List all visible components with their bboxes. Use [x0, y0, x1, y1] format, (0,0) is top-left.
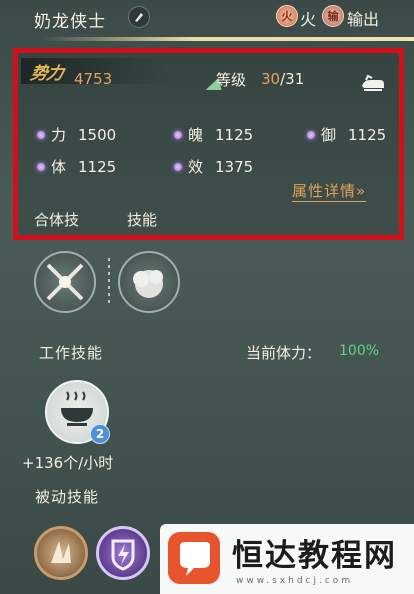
rename-button[interactable]: [128, 6, 150, 28]
stat-value: 1125: [348, 125, 387, 144]
stat-value: 1125: [215, 125, 254, 144]
watermark-title: 恒达教程网: [232, 538, 397, 574]
passive-skill-slot-2[interactable]: [96, 526, 150, 580]
header-divider: [40, 37, 414, 41]
combo-skill-slot[interactable]: [34, 251, 96, 313]
stat-value: 1375: [215, 157, 254, 176]
stat-label: 力: [51, 126, 67, 144]
character-name: 奶龙侠士: [34, 12, 106, 32]
power-value: 4753: [74, 70, 113, 88]
lightning-shield-icon: [111, 539, 135, 571]
character-header: 奶龙侠士 火 火 输 输出: [0, 0, 414, 40]
stat-label: 魄: [188, 126, 204, 144]
stat-value: 1125: [78, 157, 117, 176]
skill-separator: [108, 258, 110, 306]
skill-slot[interactable]: [118, 251, 180, 313]
stat-label: 体: [51, 158, 67, 176]
level-value: 30/31: [261, 70, 304, 88]
level-label: 等级: [216, 71, 247, 89]
dps-role-icon: 输: [322, 5, 344, 27]
passive-skill-slot-1[interactable]: [34, 526, 88, 580]
passive-skills-title: 被动技能: [35, 488, 100, 506]
attribute-details-link[interactable]: 属性详情»: [292, 180, 367, 202]
stamina-value: 100%: [339, 343, 380, 359]
work-skills-title: 工作技能: [39, 344, 104, 362]
purple-gem-icon: [37, 162, 45, 171]
stat-vitality: 体 1125: [37, 156, 116, 177]
stat-label: 御: [321, 126, 337, 144]
stat-spirit: 魄 1125: [174, 124, 253, 145]
purple-gem-icon: [37, 130, 45, 139]
site-watermark: 恒达教程网 www.sxhdcj.com: [160, 524, 414, 594]
purple-gem-icon: [307, 130, 315, 139]
power-label: 势力: [28, 64, 65, 84]
teapot-icon: [362, 74, 384, 91]
level-max: /31: [280, 70, 305, 88]
cloud-swirl-icon: [133, 270, 163, 298]
crossed-swords-icon: [46, 263, 84, 301]
claw-icon: [51, 541, 71, 563]
speech-bubble-icon: [180, 542, 210, 576]
stat-label: 效: [188, 158, 204, 176]
site-logo: [168, 532, 220, 584]
tab-combo-skill[interactable]: 合体技: [34, 209, 79, 230]
stamina-label: 当前体力：: [246, 344, 322, 362]
role-label: 输出: [347, 10, 380, 29]
stat-value: 1500: [78, 125, 117, 144]
stat-efficiency: 效 1375: [174, 156, 253, 177]
tab-skill[interactable]: 技能: [127, 209, 157, 230]
stat-defense: 御 1125: [307, 124, 386, 145]
level-current: 30: [261, 70, 281, 88]
work-level-badge: 2: [90, 424, 110, 444]
purple-gem-icon: [174, 130, 182, 139]
watermark-url: www.sxhdcj.com: [236, 576, 354, 586]
pen-icon: [135, 13, 143, 22]
stat-strength: 力 1500: [37, 124, 116, 145]
cultivate-button[interactable]: [360, 72, 386, 94]
purple-gem-icon: [174, 162, 182, 171]
production-rate: +136个/小时: [22, 454, 114, 472]
element-label: 火: [300, 10, 317, 29]
fire-element-icon: 火: [276, 5, 298, 27]
